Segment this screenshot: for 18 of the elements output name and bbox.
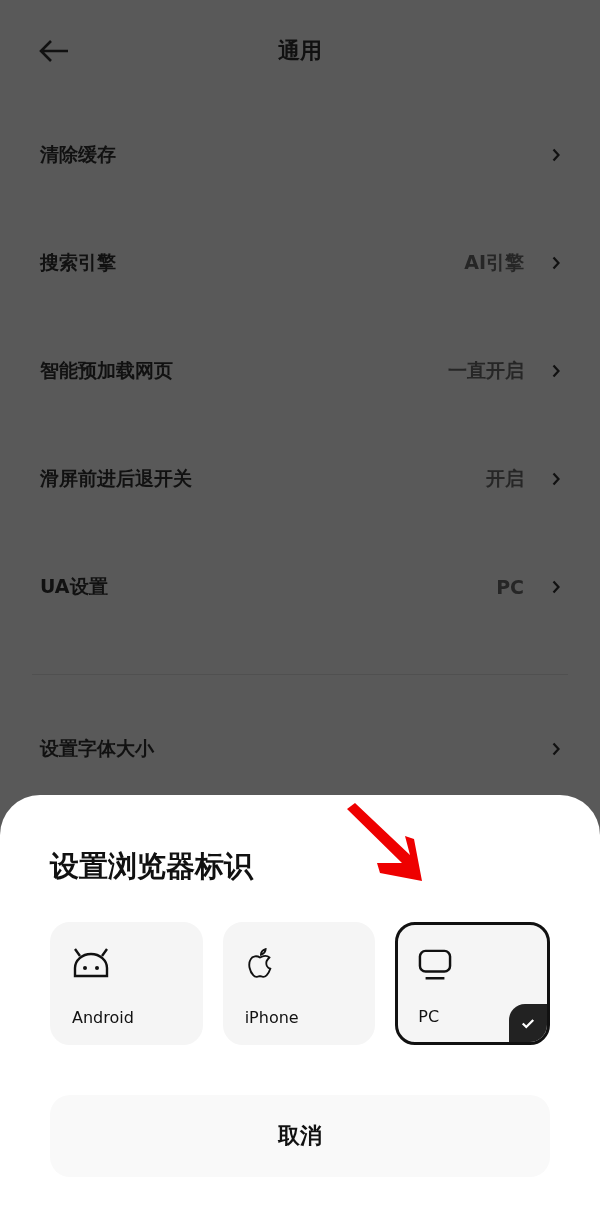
chevron-icon [552,256,560,270]
chevron-icon [552,148,560,162]
back-icon[interactable] [38,39,70,63]
chevron-icon [552,364,560,378]
option-card[interactable]: iPhone [222,922,376,1045]
cancel-button[interactable]: 取消 [50,1095,550,1177]
chevron-icon [552,472,560,486]
page-title: 通用 [278,36,322,65]
sheet-title: 设置浏览器标识 [50,848,255,885]
settings-row[interactable]: 设置字体大小 [0,709,600,789]
option-card[interactable]: Android [50,922,203,1045]
checkmark-badge [509,1004,547,1042]
chevron-icon [552,742,560,756]
chevron-icon [552,580,560,594]
option-card[interactable]: PC [395,922,550,1045]
monitor-icon [418,949,453,981]
android-icon [72,948,110,978]
settings-row[interactable]: 清除缓存 [0,101,600,209]
